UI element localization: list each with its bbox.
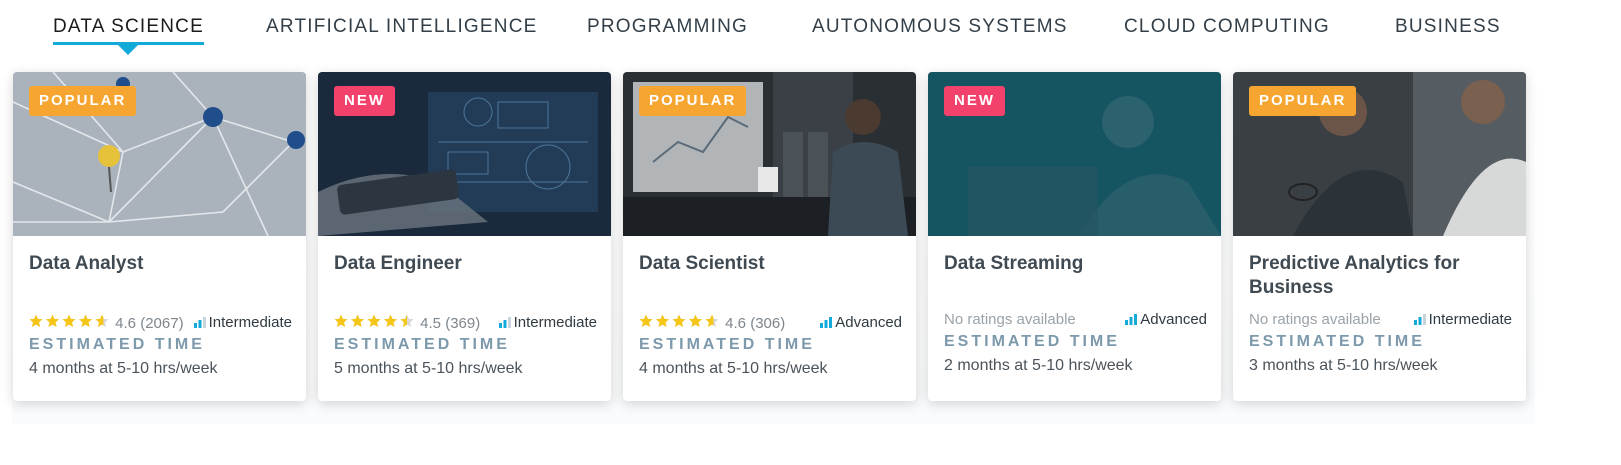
tab-artificial-intelligence[interactable]: ARTIFICIAL INTELLIGENCE [266, 16, 538, 38]
tab-label: CLOUD COMPUTING [1124, 16, 1330, 37]
no-ratings-text: No ratings available [944, 311, 1076, 328]
star-icon [689, 314, 702, 327]
estimated-time-label: ESTIMATED TIME [29, 336, 205, 353]
estimated-time-label: ESTIMATED TIME [944, 333, 1120, 350]
course-card-list: POPULAR Data Analyst 4.6 (2067) Intermed… [12, 72, 1535, 424]
rating-row: 4.6 (306) Advanced [639, 314, 908, 334]
star-icon [46, 314, 59, 327]
estimated-time-label: ESTIMATED TIME [639, 336, 815, 353]
course-image: POPULAR [1233, 72, 1526, 236]
level-label: Advanced [1140, 311, 1207, 328]
no-ratings-text: No ratings available [1249, 311, 1381, 328]
star-icon [334, 314, 348, 327]
rating-value: 4.6 [725, 315, 747, 332]
tab-label: BUSINESS [1395, 16, 1501, 37]
star-rating [29, 314, 111, 333]
star-icon [672, 314, 686, 327]
difficulty-level: Intermediate [1413, 311, 1512, 328]
rating-row: No ratings available Intermediate [1249, 311, 1518, 331]
estimated-time-value: 5 months at 5-10 hrs/week [334, 360, 523, 377]
difficulty-level: Advanced [820, 314, 902, 331]
rating-count: (369) [445, 315, 481, 332]
rating-count: (2067) [140, 315, 184, 332]
rating-value: 4.5 [420, 315, 442, 332]
course-title: Data Scientist [639, 253, 765, 274]
star-icon [656, 314, 669, 327]
course-image: NEW [318, 72, 611, 236]
star-icon [95, 314, 109, 327]
course-card-data-scientist[interactable]: POPULAR Data Scientist 4.6 (306) Advance… [623, 72, 916, 401]
tab-label: ARTIFICIAL INTELLIGENCE [266, 16, 538, 37]
course-card-data-analyst[interactable]: POPULAR Data Analyst 4.6 (2067) Intermed… [13, 72, 306, 401]
course-title: Data Engineer [334, 253, 462, 274]
tab-business[interactable]: BUSINESS [1395, 16, 1501, 38]
bar-chart-icon [498, 317, 511, 328]
course-title: Predictive Analytics for Business [1249, 253, 1460, 298]
star-icon [705, 314, 719, 327]
course-title: Data Streaming [944, 253, 1084, 274]
course-card-data-streaming[interactable]: NEW Data Streaming No ratings available … [928, 72, 1221, 401]
star-icon [367, 314, 381, 327]
difficulty-level: Intermediate [498, 314, 597, 331]
tab-label: PROGRAMMING [587, 16, 748, 37]
star-icon [62, 314, 76, 327]
difficulty-level: Advanced [1125, 311, 1207, 328]
level-label: Intermediate [1428, 311, 1512, 328]
course-card-data-engineer[interactable]: NEW Data Engineer 4.5 (369) Intermediate… [318, 72, 611, 401]
course-image: NEW [928, 72, 1221, 236]
tab-data-science[interactable]: DATA SCIENCE [53, 16, 204, 55]
bar-chart-icon [193, 317, 206, 328]
tab-label: AUTONOMOUS SYSTEMS [812, 16, 1068, 37]
active-tab-caret [117, 44, 140, 55]
star-rating [334, 314, 416, 333]
course-title: Data Analyst [29, 253, 144, 274]
estimated-time-label: ESTIMATED TIME [334, 336, 510, 353]
star-icon [639, 314, 653, 327]
star-icon [384, 314, 397, 327]
estimated-time-value: 4 months at 5-10 hrs/week [29, 360, 218, 377]
bar-chart-icon [1125, 314, 1138, 325]
category-tabs: DATA SCIENCE ARTIFICIAL INTELLIGENCE PRO… [0, 0, 1621, 60]
rating-row: 4.6 (2067) Intermediate [29, 314, 298, 334]
estimated-time-value: 2 months at 5-10 hrs/week [944, 357, 1133, 374]
tab-cloud-computing[interactable]: CLOUD COMPUTING [1124, 16, 1330, 38]
difficulty-level: Intermediate [193, 314, 292, 331]
new-badge: NEW [334, 86, 395, 116]
star-icon [400, 314, 414, 327]
star-icon [351, 314, 364, 327]
tab-label: DATA SCIENCE [53, 16, 204, 37]
star-rating [639, 314, 721, 333]
course-image: POPULAR [623, 72, 916, 236]
course-card-predictive-analytics[interactable]: POPULAR Predictive Analytics for Busines… [1233, 72, 1526, 401]
estimated-time-value: 3 months at 5-10 hrs/week [1249, 357, 1438, 374]
bar-chart-icon [820, 317, 833, 328]
rating-row: No ratings available Advanced [944, 311, 1213, 331]
bar-chart-icon [1413, 314, 1426, 325]
rating-value: 4.6 [115, 315, 137, 332]
level-label: Intermediate [513, 314, 597, 331]
tab-programming[interactable]: PROGRAMMING [587, 16, 748, 38]
new-badge: NEW [944, 86, 1005, 116]
popular-badge: POPULAR [639, 86, 747, 116]
course-image: POPULAR [13, 72, 306, 236]
popular-badge: POPULAR [29, 86, 137, 116]
star-icon [79, 314, 92, 327]
level-label: Advanced [835, 314, 902, 331]
rating-count: (306) [750, 315, 786, 332]
rating-row: 4.5 (369) Intermediate [334, 314, 603, 334]
tab-autonomous-systems[interactable]: AUTONOMOUS SYSTEMS [812, 16, 1068, 38]
popular-badge: POPULAR [1249, 86, 1357, 116]
level-label: Intermediate [208, 314, 292, 331]
estimated-time-label: ESTIMATED TIME [1249, 333, 1425, 350]
estimated-time-value: 4 months at 5-10 hrs/week [639, 360, 828, 377]
star-icon [29, 314, 43, 327]
